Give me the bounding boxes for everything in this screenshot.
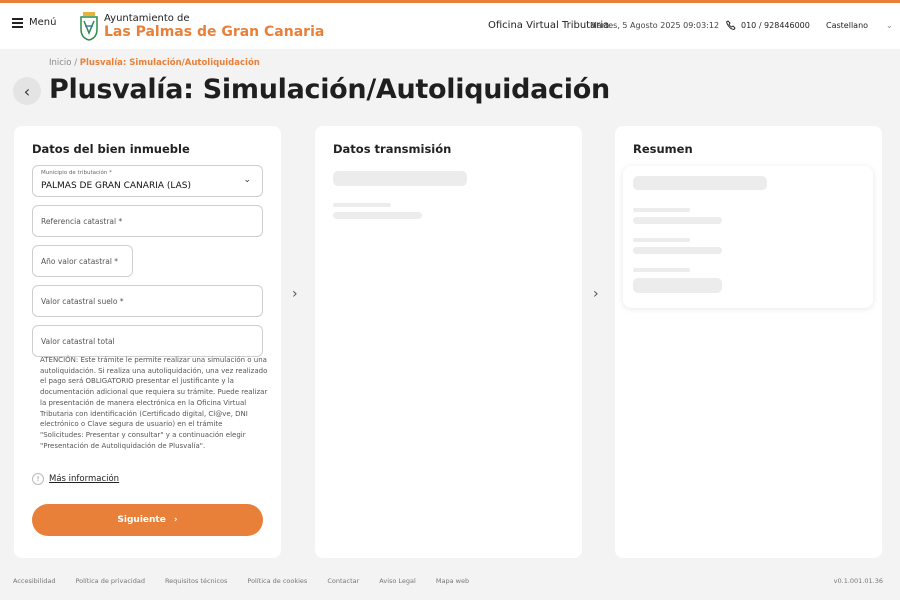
referencia-catastral-placeholder: Referencia catastral * <box>41 217 123 226</box>
footer-link-contact[interactable]: Contactar <box>327 577 359 585</box>
footer-link-requirements[interactable]: Requisitos técnicos <box>165 577 227 585</box>
footer-link-accessibility[interactable]: Accesibilidad <box>13 577 55 585</box>
loading-skeleton <box>633 268 690 272</box>
more-info-link[interactable]: ! Más información <box>32 473 119 485</box>
loading-skeleton <box>633 278 722 293</box>
loading-skeleton <box>633 247 722 254</box>
logo-text-top: Ayuntamiento de <box>104 12 190 24</box>
transmission-data-card: Datos transmisión <box>315 126 582 558</box>
footer-link-legal[interactable]: Aviso Legal <box>379 577 416 585</box>
app-version: v0.1.001.01.36 <box>833 577 883 585</box>
card-title-property: Datos del bien inmueble <box>32 142 190 156</box>
footer-link-sitemap[interactable]: Mapa web <box>436 577 469 585</box>
chevron-right-icon: › <box>173 515 178 525</box>
property-data-card: Datos del bien inmueble Municipio de tri… <box>14 126 281 558</box>
menu-label: Menú <box>29 17 57 28</box>
loading-skeleton <box>633 217 722 224</box>
phone-number: 010 / 928446000 <box>741 20 810 30</box>
current-datetime: Martes, 5 Agosto 2025 09:03:12 <box>590 21 720 30</box>
phone-icon <box>726 20 736 30</box>
menu-button[interactable]: Menú <box>12 17 56 28</box>
breadcrumb-current: Plusvalía: Simulación/Autoliquidación <box>79 58 260 68</box>
chevron-right-icon: › <box>593 286 599 302</box>
summary-card: Resumen <box>615 126 882 558</box>
chevron-down-icon: ⌄ <box>243 175 251 185</box>
valor-catastral-suelo-input[interactable]: Valor catastral suelo * <box>32 285 263 317</box>
chevron-left-icon: ‹ <box>23 81 31 101</box>
loading-skeleton <box>333 171 467 186</box>
loading-skeleton <box>333 212 422 219</box>
back-button[interactable]: ‹ <box>13 77 41 105</box>
footer-link-privacy[interactable]: Política de privacidad <box>75 577 145 585</box>
city-logo[interactable]: Ayuntamiento de Las Palmas de Gran Canar… <box>80 11 324 41</box>
valor-total-placeholder: Valor catastral total <box>41 337 115 346</box>
loading-skeleton <box>633 208 690 212</box>
logo-text-main: Las Palmas de Gran Canaria <box>104 23 325 40</box>
anio-valor-placeholder: Año valor catastral * <box>41 257 119 266</box>
anio-valor-catastral-input[interactable]: Año valor catastral * <box>32 245 133 277</box>
breadcrumb-separator: / <box>74 58 78 68</box>
chevron-right-icon: › <box>292 286 298 302</box>
next-button[interactable]: Siguiente › <box>32 504 263 536</box>
breadcrumb: Inicio / Plusvalía: Simulación/Autoliqui… <box>49 58 260 68</box>
municipio-value: PALMAS DE GRAN CANARIA (LAS) <box>41 181 191 191</box>
summary-panel <box>623 166 873 308</box>
site-header: Menú Ayuntamiento de Las Palmas de Gran … <box>0 3 900 49</box>
language-label: Castellano <box>826 21 869 30</box>
page-title: Plusvalía: Simulación/Autoliquidación <box>49 74 610 105</box>
phone-link[interactable]: 010 / 928446000 <box>726 20 810 30</box>
loading-skeleton <box>633 238 690 242</box>
next-button-label: Siguiente <box>117 515 166 525</box>
valor-catastral-total-input[interactable]: Valor catastral total <box>32 325 263 357</box>
site-footer: Accesibilidad Política de privacidad Req… <box>0 572 900 592</box>
footer-link-cookies[interactable]: Política de cookies <box>247 577 307 585</box>
card-title-summary: Resumen <box>633 142 693 156</box>
hamburger-icon <box>12 18 23 28</box>
footer-links: Accesibilidad Política de privacidad Req… <box>13 577 469 585</box>
card-title-transmission: Datos transmisión <box>333 142 452 156</box>
loading-skeleton <box>333 203 391 207</box>
municipio-select[interactable]: Municipio de tributación * PALMAS DE GRA… <box>32 165 263 197</box>
valor-suelo-placeholder: Valor catastral suelo * <box>41 297 124 306</box>
chevron-down-icon: ⌄ <box>886 21 893 30</box>
attention-notice: ATENCIÓN: Este trámite le permite realiz… <box>40 356 268 450</box>
more-info-label: Más información <box>49 474 120 484</box>
info-icon: ! <box>32 473 44 485</box>
coat-of-arms-icon <box>80 12 98 41</box>
breadcrumb-home[interactable]: Inicio <box>49 58 72 68</box>
referencia-catastral-input[interactable]: Referencia catastral * <box>32 205 263 237</box>
loading-skeleton <box>633 176 767 190</box>
municipio-label: Municipio de tributación * <box>41 170 112 176</box>
language-selector[interactable]: Castellano ⌄ <box>826 21 893 30</box>
